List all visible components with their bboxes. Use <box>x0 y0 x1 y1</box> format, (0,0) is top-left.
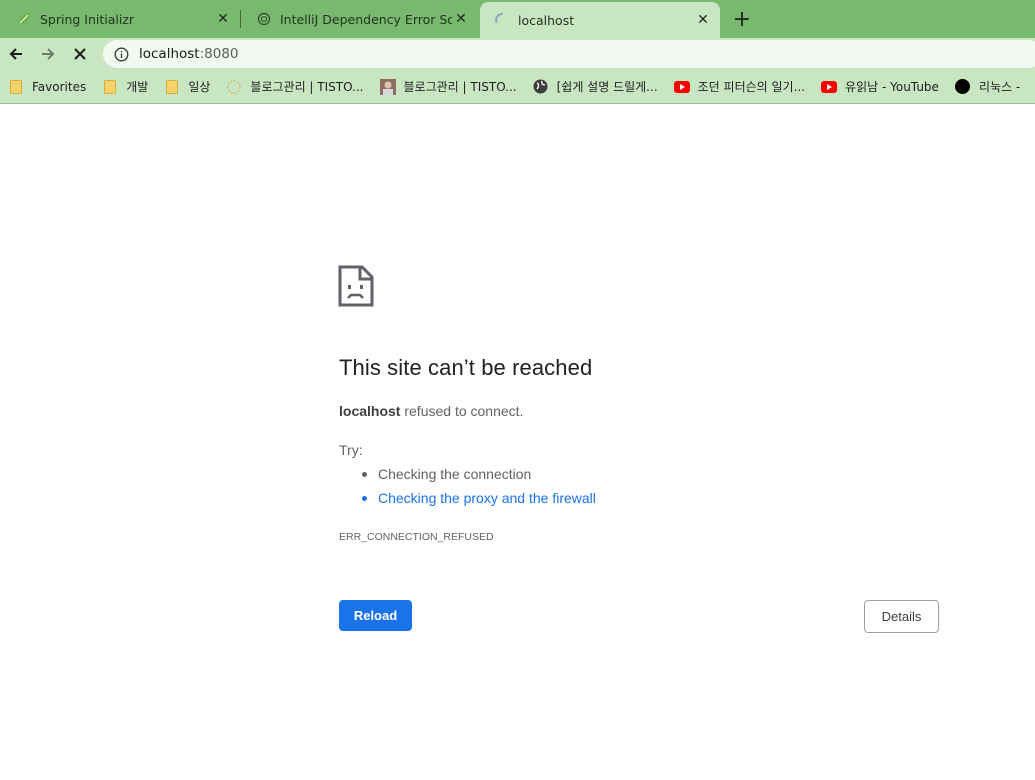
folder-icon <box>164 79 180 95</box>
bookmark-label: 유읽남 - YouTube <box>845 80 939 94</box>
bullet <box>362 495 367 501</box>
bookmark-label: [쉽게 설명 드릴게... <box>556 80 658 94</box>
bookmark-easy-explain[interactable]: [쉽게 설명 드릴게... <box>525 75 666 99</box>
suggestion-text: Checking the connection <box>378 466 532 482</box>
page-content: This site can’t be reached localhost ref… <box>0 105 1035 780</box>
bookmark-label: 리눅스 - <box>978 80 1021 94</box>
close-tab-icon[interactable]: ✕ <box>214 10 232 28</box>
details-button[interactable]: Details <box>864 600 939 633</box>
tab-divider <box>240 10 241 28</box>
bookmark-youtube-channel[interactable]: 유읽남 - YouTube <box>813 75 947 99</box>
tab-title: localhost <box>518 12 575 28</box>
bookmarks-bar: Favorites 개발 일상 블로그관리 | TISTO... 블로그관리 |… <box>0 70 1035 104</box>
suggestion-link-text[interactable]: Checking the proxy and the firewall <box>378 490 596 506</box>
bookmark-blog-admin-1[interactable]: 블로그관리 | TISTO... <box>218 75 371 99</box>
browser-toolbar: localhost:8080 <box>0 38 1035 70</box>
avatar-icon <box>379 78 396 95</box>
tab-title: Spring Initializr <box>40 11 135 27</box>
black-circle-icon <box>955 79 971 95</box>
reload-button[interactable]: Reload <box>339 600 412 631</box>
url-text: localhost:8080 <box>139 46 239 62</box>
error-description-rest: refused to connect. <box>400 403 524 419</box>
youtube-icon <box>821 79 838 95</box>
try-label: Try: <box>339 442 363 458</box>
folder-icon <box>102 79 118 95</box>
bookmark-favorites[interactable]: Favorites <box>0 75 94 99</box>
error-description: localhost refused to connect. <box>339 403 523 419</box>
tab-intellij-error[interactable]: IntelliJ Dependency Error Solutio ✕ <box>242 0 478 38</box>
bookmark-label: 개발 <box>126 80 149 94</box>
folder-icon <box>8 79 24 95</box>
error-host: localhost <box>339 403 401 419</box>
url-port: :8080 <box>199 46 239 62</box>
tab-spring-initializr[interactable]: Spring Initializr ✕ <box>2 0 240 38</box>
bookmark-label: 블로그관리 | TISTO... <box>403 80 517 94</box>
stop-loading-button[interactable] <box>67 41 93 67</box>
back-arrow-icon <box>9 48 22 60</box>
address-bar[interactable]: localhost:8080 <box>103 40 1035 68</box>
close-tab-icon[interactable]: ✕ <box>694 11 712 29</box>
bookmark-blog-admin-2[interactable]: 블로그관리 | TISTO... <box>372 75 525 99</box>
tab-strip: Spring Initializr ✕ IntelliJ Dependency … <box>0 0 1035 38</box>
site-info-icon[interactable] <box>113 46 129 62</box>
chatgpt-icon <box>256 11 272 27</box>
globe-icon <box>533 79 549 95</box>
spring-leaf-icon <box>16 11 32 27</box>
suggestion-check-proxy-link[interactable]: Checking the proxy and the firewall <box>362 490 596 506</box>
url-host: localhost <box>139 46 200 62</box>
tab-localhost[interactable]: localhost ✕ <box>480 2 720 38</box>
sad-page-icon <box>338 265 374 307</box>
close-tab-icon[interactable]: ✕ <box>452 10 470 28</box>
bookmark-label: 일상 <box>188 80 211 94</box>
new-tab-button[interactable]: + <box>730 7 754 32</box>
bookmark-label: 조던 피터슨의 일기... <box>697 80 806 94</box>
tab-title: IntelliJ Dependency Error Solutio <box>280 11 452 27</box>
stop-x-icon <box>74 48 86 60</box>
loading-spinner-icon <box>494 12 510 28</box>
bookmark-jordan-peterson[interactable]: 조던 피터슨의 일기... <box>666 75 813 99</box>
bookmark-label: Favorites <box>32 79 87 94</box>
youtube-icon <box>673 79 690 95</box>
bookmark-dev-folder[interactable]: 개발 <box>94 75 156 99</box>
bullet <box>362 471 367 477</box>
bookmark-linux[interactable]: 리눅스 - <box>947 75 1028 99</box>
back-button[interactable] <box>3 41 29 67</box>
forward-button[interactable] <box>35 41 61 67</box>
tistory-icon <box>226 79 242 95</box>
suggestion-check-connection: Checking the connection <box>362 466 531 482</box>
error-code: ERR_CONNECTION_REFUSED <box>339 531 494 543</box>
forward-arrow-icon <box>42 48 55 60</box>
error-title: This site can’t be reached <box>339 355 593 380</box>
bookmark-daily-folder[interactable]: 일상 <box>156 75 218 99</box>
bookmark-label: 블로그관리 | TISTO... <box>250 80 364 94</box>
